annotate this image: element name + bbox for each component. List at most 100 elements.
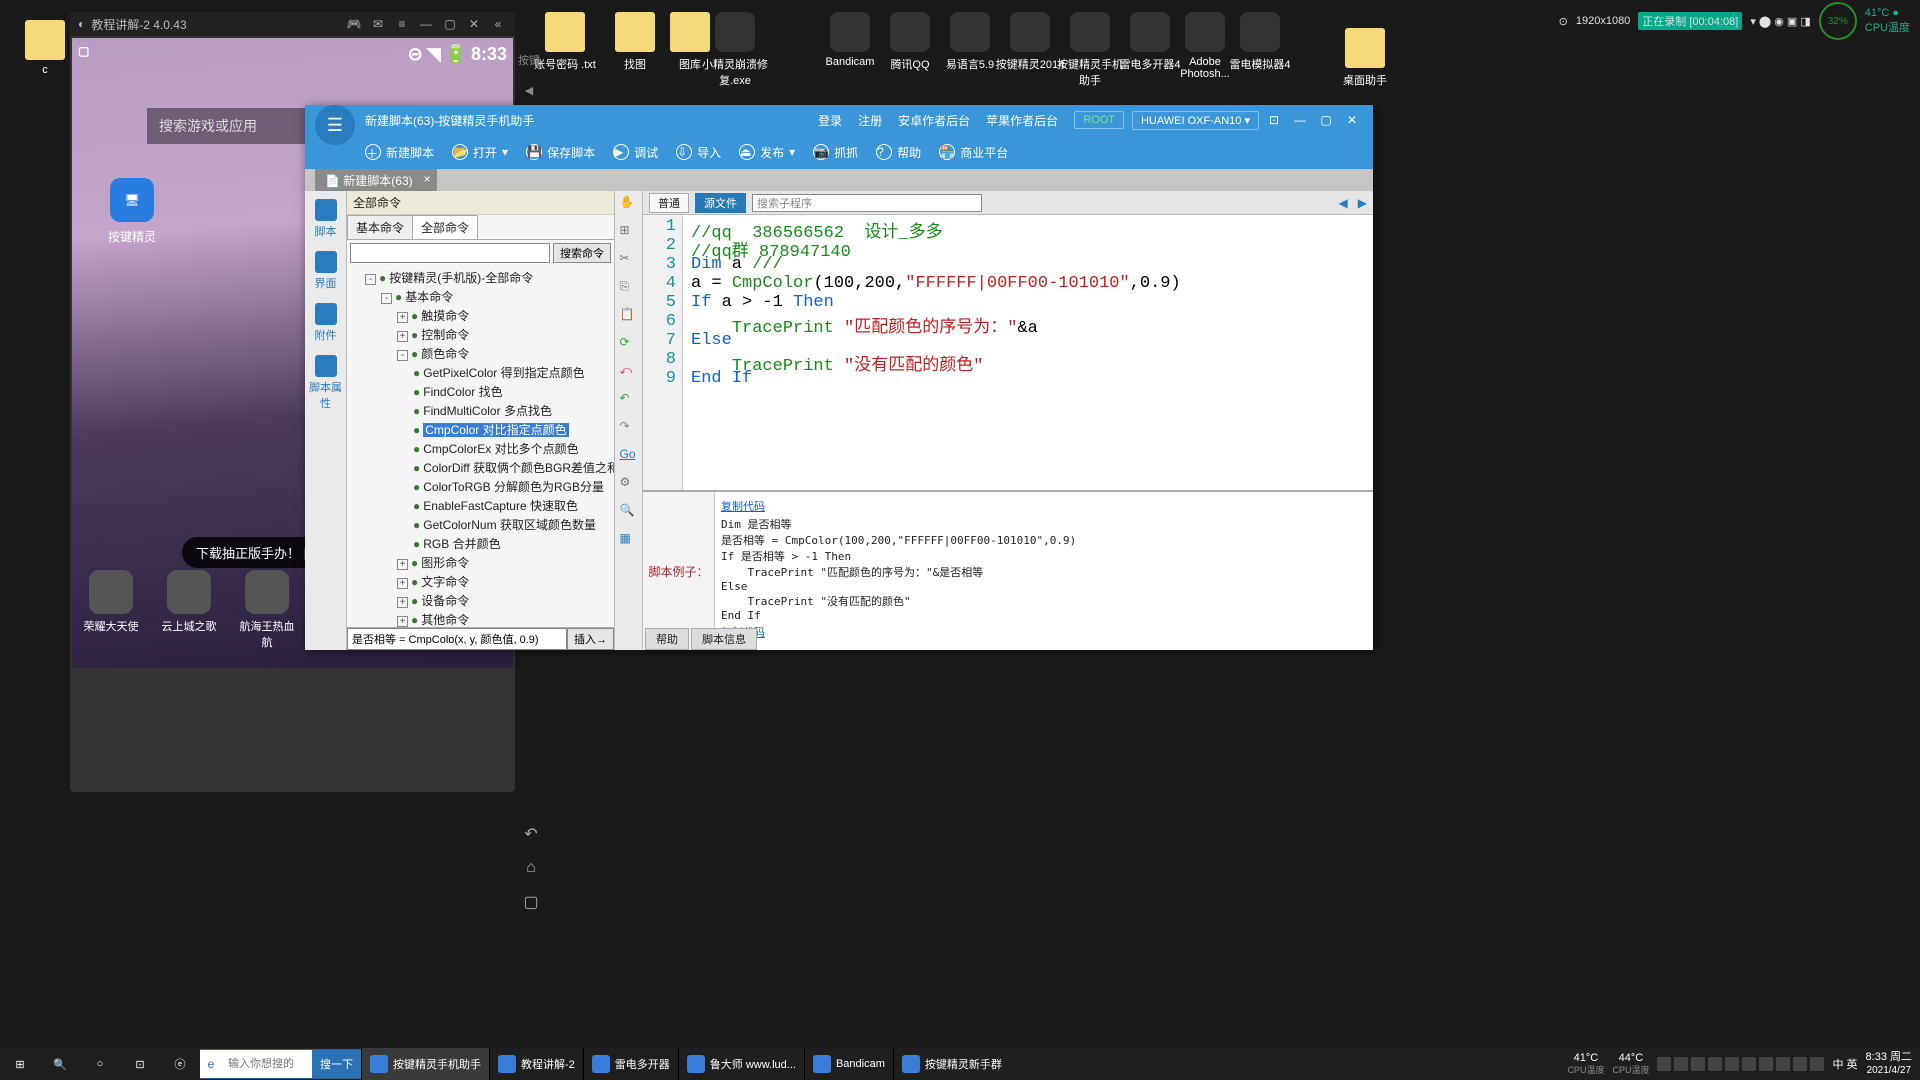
taskbar-search-input[interactable]	[222, 1050, 312, 1078]
tree-node[interactable]: -●按键精灵(手机版)-全部命令	[351, 268, 612, 287]
tree-node[interactable]: +●触摸命令	[351, 306, 612, 325]
toolbar-帮助[interactable]: ?帮助	[876, 144, 921, 161]
dock-app[interactable]: 航海王热血航	[238, 570, 296, 650]
back-icon[interactable]: ↶	[517, 824, 545, 844]
command-tree[interactable]: -●按键精灵(手机版)-全部命令-●基本命令+●触摸命令+●控制命令-●颜色命令…	[347, 266, 614, 627]
strip-icon[interactable]: 📋	[620, 307, 638, 325]
strip-icon[interactable]: ⊞	[620, 223, 638, 241]
tab-script-info[interactable]: 脚本信息	[691, 628, 757, 650]
more-icon[interactable]: ≡	[393, 15, 411, 33]
dock-app[interactable]: 云上城之歌	[160, 570, 218, 650]
tree-node[interactable]: +●设备命令	[351, 591, 612, 610]
hotkey-icon[interactable]: 按键	[517, 52, 541, 76]
tree-node[interactable]: +●图形命令	[351, 553, 612, 572]
gamepad-icon[interactable]: 🎮	[345, 15, 363, 33]
message-icon[interactable]: ✉	[369, 15, 387, 33]
register-link[interactable]: 注册	[858, 112, 882, 129]
tree-node[interactable]: ●RGB 合并颜色	[351, 534, 612, 553]
login-link[interactable]: 登录	[818, 112, 842, 129]
tab-help[interactable]: 帮助	[645, 628, 689, 650]
strip-icon[interactable]: 🔍	[620, 503, 638, 521]
strip-icon[interactable]: ⤺	[620, 363, 638, 381]
taskbar-app[interactable]: 按键精灵手机助手	[361, 1048, 489, 1080]
tree-node[interactable]: ●FindColor 找色	[351, 382, 612, 401]
maximize-button[interactable]: ▢	[1315, 109, 1337, 131]
ide-titlebar[interactable]: ☰ 新建脚本(63)-按键精灵手机助手 登录 注册 安卓作者后台 苹果作者后台 …	[305, 105, 1373, 135]
android-backend-link[interactable]: 安卓作者后台	[898, 112, 970, 129]
emulator-titlebar[interactable]: ◐ 教程讲解-2 4.0.43 🎮 ✉ ≡ — ▢ ✕ «	[70, 12, 515, 36]
clock[interactable]: 8:33 周二2021/4/27	[1866, 1051, 1912, 1076]
toolbar-新建脚本[interactable]: ＋新建脚本	[365, 144, 434, 161]
rail-附件[interactable]: 附件	[315, 299, 337, 347]
tree-node[interactable]: +●文字命令	[351, 572, 612, 591]
strip-icon[interactable]: ⚙	[620, 475, 638, 493]
tree-node[interactable]: ●GetColorNum 获取区域颜色数量	[351, 515, 612, 534]
copy-code-link[interactable]: 复制代码	[721, 624, 1367, 640]
taskbar-app[interactable]: 雷电多开器	[583, 1048, 678, 1080]
nav-next-icon[interactable]: ▶	[1358, 196, 1367, 210]
emulator-app-shortcut[interactable]: 🖥 按键精灵	[102, 178, 162, 245]
sub-search-combo[interactable]: 搜索子程序	[752, 194, 982, 212]
device-chip[interactable]: HUAWEI OXF-AN10 ▾	[1132, 111, 1259, 130]
view-normal-button[interactable]: 普通	[649, 193, 689, 213]
cmd-search-button[interactable]: 搜索命令	[553, 243, 611, 263]
tree-node[interactable]: -●颜色命令	[351, 344, 612, 363]
strip-icon[interactable]: ↶	[620, 391, 638, 409]
strip-icon[interactable]: ⟳	[620, 335, 638, 353]
temp-widget-2[interactable]: 44°CCPU温度	[1612, 1052, 1649, 1076]
ime-indicator[interactable]: 中 英	[1832, 1056, 1857, 1072]
dock-app[interactable]: 荣耀大天使	[82, 570, 140, 650]
tree-node[interactable]: ●CmpColor 对比指定点颜色	[351, 420, 612, 439]
strip-go-icon[interactable]: Go	[620, 447, 638, 465]
edge-icon[interactable]: ⓔ	[160, 1048, 200, 1080]
script-tab[interactable]: 📄 新建脚本(63) ×	[315, 169, 437, 191]
view-source-button[interactable]: 源文件	[695, 193, 746, 213]
taskbar-app[interactable]: 鲁大师 www.lud...	[678, 1048, 804, 1080]
tree-node[interactable]: ●FindMultiColor 多点找色	[351, 401, 612, 420]
maximize-icon[interactable]: ▢	[441, 15, 459, 33]
tree-node[interactable]: +●其他命令	[351, 610, 612, 627]
desktop-icon[interactable]: 雷电模拟器4	[1225, 12, 1295, 72]
insert-button[interactable]: 插入→	[567, 628, 614, 650]
tree-node[interactable]: ●ColorDiff 获取俩个颜色BGR差值之和	[351, 458, 612, 477]
close-icon[interactable]: ✕	[465, 15, 483, 33]
toolbar-商业平台[interactable]: 🏪商业平台	[939, 144, 1008, 161]
collapse-icon[interactable]: «	[489, 15, 507, 33]
minimize-icon[interactable]: —	[417, 15, 435, 33]
close-button[interactable]: ✕	[1341, 109, 1363, 131]
strip-icon[interactable]: ▦	[620, 531, 638, 549]
taskbar-search[interactable]: e 搜一下	[200, 1049, 361, 1079]
rail-界面[interactable]: 界面	[315, 247, 337, 295]
taskview-icon[interactable]: ⊡	[120, 1048, 160, 1080]
temp-widget-1[interactable]: 41°CCPU温度	[1567, 1052, 1604, 1076]
tab-close-icon[interactable]: ×	[424, 172, 431, 186]
strip-icon[interactable]: ↷	[620, 419, 638, 437]
recent-icon[interactable]: ▢	[517, 892, 545, 912]
nav-prev-icon[interactable]: ◀	[1339, 196, 1348, 210]
minimize-button[interactable]: —	[1289, 109, 1311, 131]
toolbar-导入[interactable]: ⇩导入	[676, 144, 721, 161]
search-icon[interactable]: 🔍	[40, 1048, 80, 1080]
strip-icon[interactable]: ✂	[620, 251, 638, 269]
tree-node[interactable]: ●ColorToRGB 分解颜色为RGB分量	[351, 477, 612, 496]
desktop-icon[interactable]: 小精灵崩溃修复.exe	[700, 12, 770, 88]
taskbar-search-button[interactable]: 搜一下	[312, 1050, 361, 1078]
strip-icon[interactable]: ✋	[620, 195, 638, 213]
code-editor[interactable]: 123456789 //qq 386566562 设计_多多//qq群 8789…	[643, 215, 1373, 490]
rail-脚本属性[interactable]: 脚本属性	[305, 351, 346, 415]
taskbar-app[interactable]: Bandicam	[804, 1048, 893, 1080]
rail-脚本[interactable]: 脚本	[315, 195, 337, 243]
toolbar-调试[interactable]: ▶调试	[613, 144, 658, 161]
strip-icon[interactable]: ⎘	[620, 279, 638, 297]
desktop-icon[interactable]: 桌面助手	[1330, 28, 1400, 88]
start-button[interactable]: ⊞	[0, 1048, 40, 1080]
taskbar-app[interactable]: 按键精灵新手群	[893, 1048, 1010, 1080]
toolbar-打开[interactable]: 📂打开 ▾	[452, 144, 508, 161]
tab-basic-cmds[interactable]: 基本命令	[347, 215, 413, 239]
tree-node[interactable]: +●控制命令	[351, 325, 612, 344]
home-icon[interactable]: ⌂	[517, 859, 545, 877]
hamburger-icon[interactable]: ☰	[315, 105, 355, 145]
apple-backend-link[interactable]: 苹果作者后台	[986, 112, 1058, 129]
cortana-icon[interactable]: ○	[80, 1048, 120, 1080]
tree-node[interactable]: ●EnableFastCapture 快速取色	[351, 496, 612, 515]
